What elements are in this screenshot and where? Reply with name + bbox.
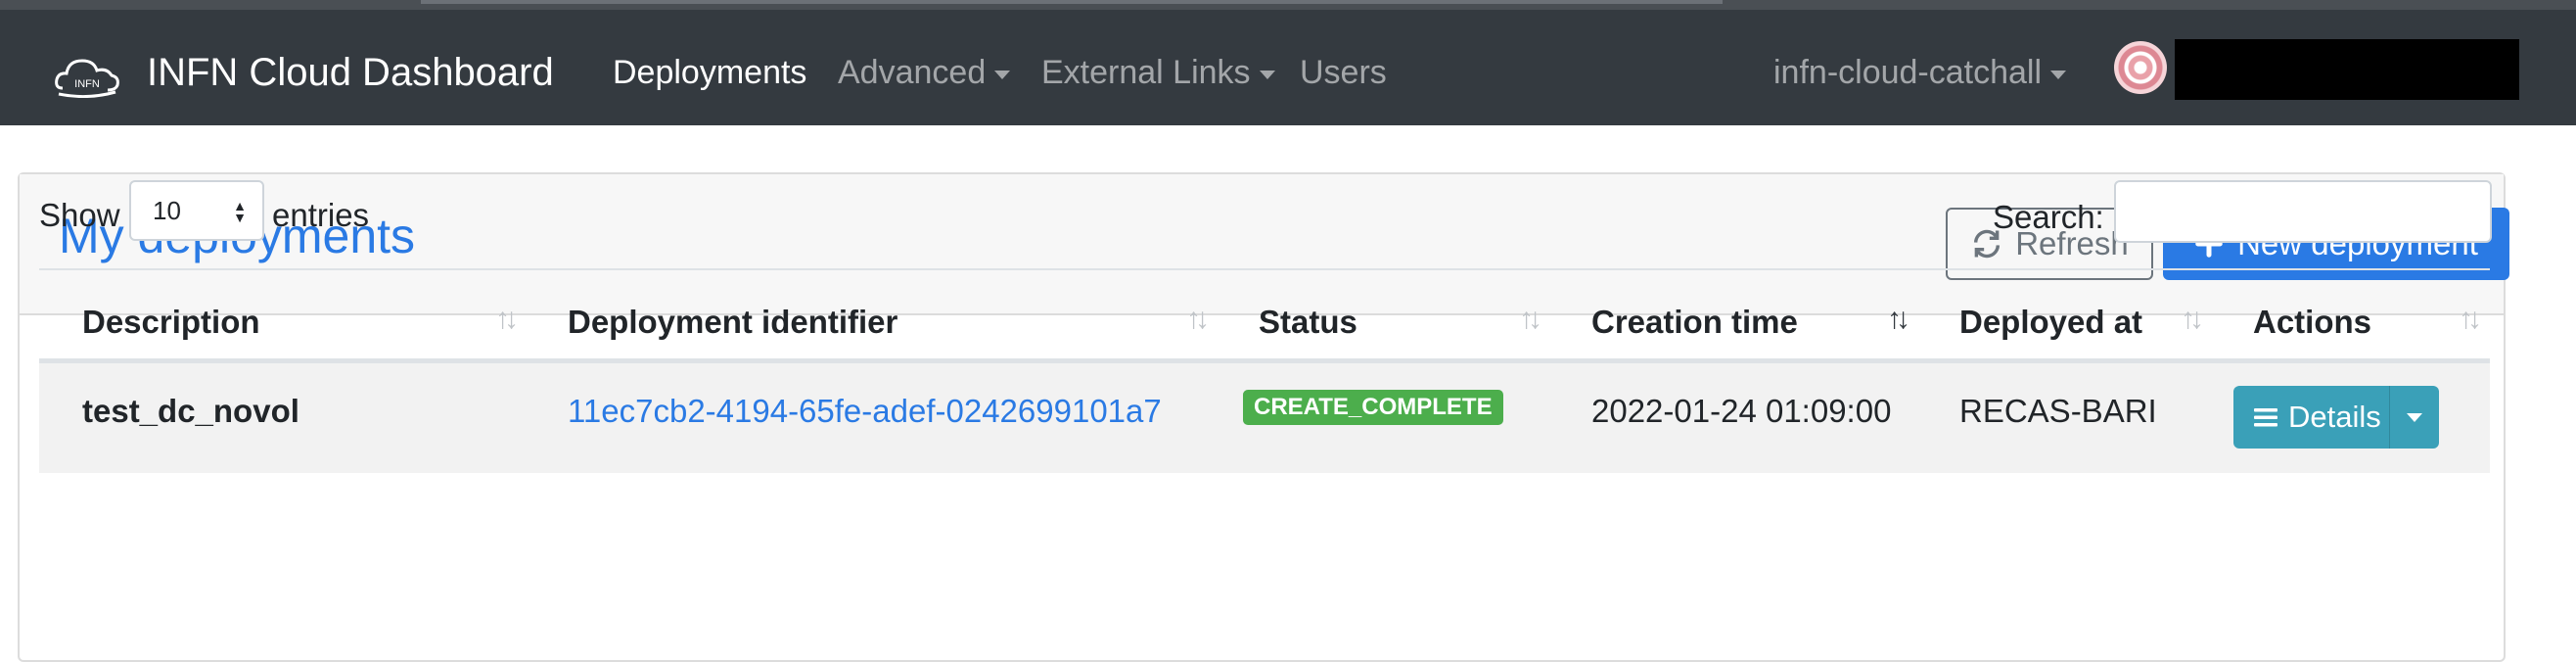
user-group-dropdown[interactable]: infn-cloud-catchall — [1773, 43, 2067, 102]
sort-icon[interactable]: ↑↓ — [2459, 300, 2482, 339]
col-header-identifier[interactable]: Deployment identifier — [568, 284, 897, 360]
nav-advanced-label: Advanced — [838, 54, 987, 91]
sort-icon[interactable]: ↑↓ — [1519, 300, 1542, 339]
logo-text: INFN — [74, 78, 100, 90]
browser-top-strip — [0, 0, 2576, 10]
sort-desc-icon[interactable]: ↑↓ — [1887, 300, 1910, 339]
user-group-label: infn-cloud-catchall — [1773, 54, 2043, 91]
caret-down-icon — [2407, 412, 2422, 422]
top-navbar: INFN INFN Cloud Dashboard Deployments Ad… — [0, 10, 2576, 125]
show-label: Show — [39, 197, 120, 233]
list-icon — [2254, 408, 2277, 427]
caret-down-icon — [2050, 70, 2067, 79]
search-input[interactable] — [2114, 180, 2492, 243]
infn-cloud-logo-icon[interactable]: INFN — [53, 49, 121, 98]
details-dropdown-toggle[interactable] — [2389, 386, 2439, 449]
redacted-username — [2175, 39, 2519, 100]
page-length-value: 10 — [153, 196, 181, 225]
sort-icon[interactable]: ↑↓ — [2181, 300, 2204, 339]
caret-down-icon — [1259, 70, 1275, 79]
col-header-creation-time[interactable]: Creation time — [1591, 284, 1798, 360]
brand-title[interactable]: INFN Cloud Dashboard — [147, 43, 554, 102]
user-avatar[interactable] — [2114, 41, 2167, 94]
col-header-actions[interactable]: Actions — [2253, 284, 2371, 360]
deployment-identifier-link[interactable]: 11ec7cb2-4194-65fe-adef-0242699101a7 — [568, 382, 1162, 441]
cell-description: test_dc_novol — [82, 393, 299, 429]
cell-deployed-at: RECAS-BARI — [1959, 393, 2157, 429]
browser-tab-line — [421, 0, 1723, 4]
col-header-deployed-at[interactable]: Deployed at — [1959, 284, 2142, 360]
cell-creation-time: 2022-01-24 01:09:00 — [1591, 393, 1892, 429]
entries-label: entries — [272, 197, 370, 233]
nav-users[interactable]: Users — [1300, 43, 1387, 102]
details-button[interactable]: Details — [2233, 386, 2439, 449]
nav-deployments[interactable]: Deployments — [613, 43, 806, 102]
details-label: Details — [2288, 400, 2381, 434]
col-header-description[interactable]: Description — [82, 284, 260, 360]
nav-advanced-dropdown[interactable]: Advanced — [838, 43, 1011, 102]
sort-icon[interactable]: ↑↓ — [495, 300, 519, 339]
details-main[interactable]: Details — [2233, 400, 2381, 435]
search-label: Search: — [1993, 199, 2104, 235]
select-arrows-icon: ▲ ▼ — [233, 198, 247, 225]
page-length-select[interactable]: 10 ▲ ▼ — [129, 180, 264, 241]
table-top-border — [39, 268, 2490, 270]
status-badge: CREATE_COMPLETE — [1243, 390, 1503, 425]
nav-external-links-dropdown[interactable]: External Links — [1041, 43, 1275, 102]
col-header-status[interactable]: Status — [1259, 284, 1357, 360]
caret-down-icon — [994, 70, 1011, 79]
sort-icon[interactable]: ↑↓ — [1186, 300, 1210, 339]
nav-external-links-label: External Links — [1041, 54, 1251, 91]
